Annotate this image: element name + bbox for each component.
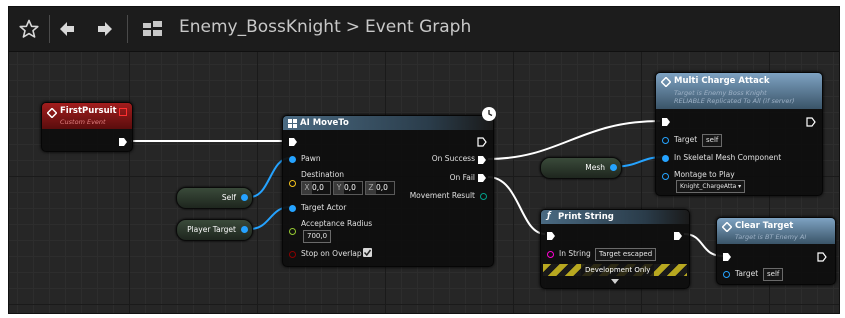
then-out-pin[interactable] [477,137,487,147]
mesh-output-pin[interactable] [610,164,617,171]
stop-on-overlap-checkbox[interactable] [363,248,372,257]
in-skeletal-mesh-pin[interactable] [662,155,669,162]
destination-y-field[interactable]: Y 0,0 [333,181,363,195]
advanced-expand-icon[interactable] [611,279,619,285]
player-target-output-pin[interactable] [241,226,248,233]
multi-charge-attack-node[interactable]: Multi Charge Attack Target is Enemy Boss… [655,72,823,196]
latent-clock-icon [482,107,496,121]
then-out-pin[interactable] [673,231,683,241]
exec-in-pin[interactable] [661,117,671,127]
in-string-field[interactable]: Target escaped [595,248,657,261]
checkmark-icon [363,249,372,257]
mesh-variable-node[interactable]: Mesh [540,157,622,179]
on-fail-label: On Fail [449,173,475,182]
then-out-pin[interactable] [806,117,816,127]
montage-pin[interactable] [662,173,669,180]
in-skeletal-mesh-label: In Skeletal Mesh Component [674,153,782,162]
node-title: Print String [558,212,614,222]
breadcrumb-asset[interactable]: Enemy_BossKnight [179,17,341,37]
node-title: FirstPursuit [60,106,117,116]
delegate-pin[interactable] [119,108,127,116]
on-success-label: On Success [431,154,475,163]
toolbar-separator [49,15,50,43]
node-subtitle-replication: RELIABLE Replicated To All (if server) [674,97,795,105]
exec-in-pin[interactable] [722,252,732,262]
target-pin[interactable] [662,137,669,144]
target-field[interactable]: self [702,134,723,147]
pawn-label: Pawn [301,154,321,163]
development-only-banner: Development Only [543,264,687,276]
movement-result-pin[interactable] [480,193,487,200]
acceptance-radius-pin[interactable] [289,228,296,235]
montage-label: Montage to Play [674,170,735,179]
destination-z-field[interactable]: Z 0,0 [365,181,395,195]
toolbar-separator [127,15,128,43]
exec-in-pin[interactable] [546,231,556,241]
acceptance-radius-label: Acceptance Radius [301,219,373,228]
acceptance-radius-field[interactable]: 700,0 [303,230,332,243]
star-icon[interactable] [15,15,43,43]
player-target-label: Player Target [187,225,236,234]
node-title: AI MoveTo [300,118,349,128]
clear-target-node[interactable]: Clear Target Target is BT Enemy AI Targe… [716,217,836,285]
first-pursuit-event-node[interactable]: FirstPursuit Custom Event [41,102,133,152]
movement-result-label: Movement Result [409,191,475,200]
montage-dropdown[interactable]: Knight_ChargeAtta ▾ [676,180,746,193]
exec-out-pin[interactable] [118,137,128,147]
node-title: Multi Charge Attack [674,76,770,86]
stop-on-overlap-label: Stop on Overlap [301,249,362,258]
axis-y: Y [334,182,344,194]
on-success-exec-pin[interactable] [477,155,487,165]
breadcrumb-separator: > [345,17,360,37]
target-pin[interactable] [723,271,730,278]
destination-x-field[interactable]: X 0,0 [301,181,331,195]
back-arrow-icon[interactable] [55,15,79,43]
ai-moveto-node[interactable]: AI MoveTo Pawn Destination X 0,0 Y 0,0 Z 0,… [282,107,496,267]
event-diamond-icon [47,108,57,118]
event-diamond-icon [661,77,671,87]
development-only-label: Development Only [581,264,655,276]
target-field[interactable]: self [763,268,784,281]
target-label: Target [735,269,759,278]
pawn-pin[interactable] [289,156,296,163]
on-fail-exec-pin[interactable] [477,173,487,183]
in-string-pin[interactable] [547,251,554,258]
destination-y-value: 0,0 [344,183,356,192]
forward-arrow-icon[interactable] [93,15,117,43]
node-title: Clear Target [735,221,794,231]
target-actor-pin[interactable] [289,205,296,212]
destination-pin[interactable] [289,180,296,187]
mesh-label: Mesh [585,163,605,172]
destination-x-value: 0,0 [312,183,324,192]
print-string-node[interactable]: ƒ Print String In String Target escaped … [540,209,690,289]
node-subtitle: Target is BT Enemy AI [735,233,807,241]
event-diamond-icon [722,222,732,232]
macro-grid-icon [288,119,297,128]
then-out-pin[interactable] [817,252,827,262]
axis-z: Z [366,182,376,194]
target-actor-label: Target Actor [301,203,347,212]
node-subtitle: Custom Event [60,118,106,126]
in-string-label: In String [559,249,591,258]
blueprint-graph-icon [139,15,167,43]
exec-in-pin[interactable] [288,137,298,147]
target-label: Target [674,135,698,144]
function-icon: ƒ [547,211,551,221]
breadcrumb: Enemy_BossKnight > Event Graph [179,17,471,37]
breadcrumb-graph[interactable]: Event Graph [365,17,471,37]
graph-toolbar: Enemy_BossKnight > Event Graph [9,7,839,52]
self-variable-node[interactable]: Self [176,187,253,209]
self-label: Self [221,193,236,202]
stop-on-overlap-pin[interactable] [289,251,296,258]
player-target-variable-node[interactable]: Player Target [176,219,253,241]
destination-z-value: 0,0 [376,183,388,192]
destination-label: Destination [301,170,345,179]
axis-x: X [302,182,312,194]
self-output-pin[interactable] [241,194,248,201]
